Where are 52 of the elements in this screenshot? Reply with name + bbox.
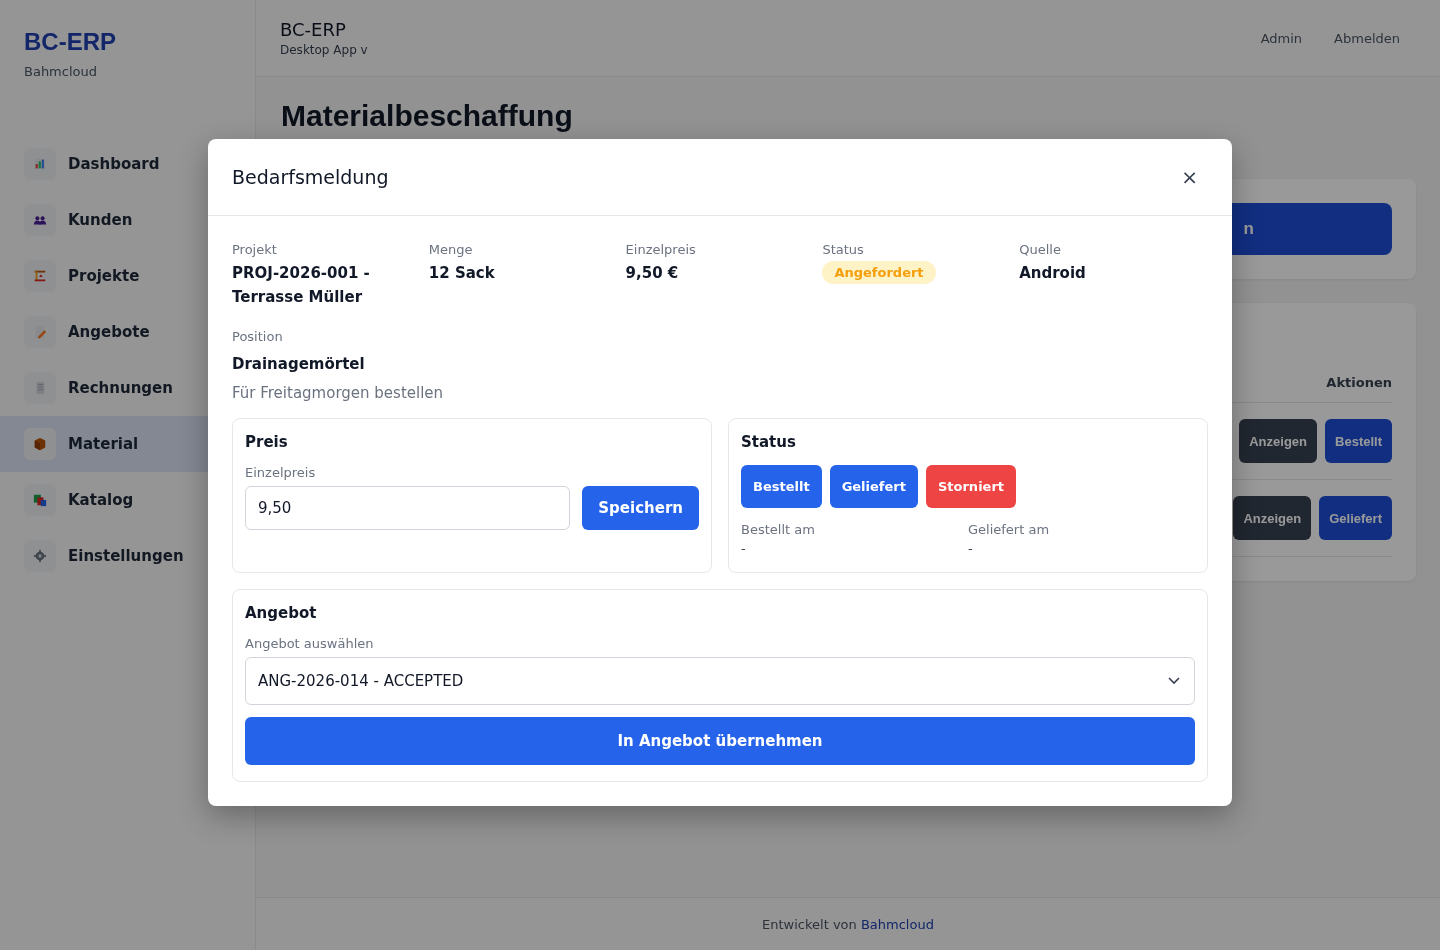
field-value: PROJ-2026-001 - Terrasse Müller [232,263,371,308]
field-label: Status [822,242,865,257]
books-icon [33,493,47,507]
status-button[interactable]: Geliefert [829,465,918,508]
page-title: Materialbeschaffung [281,99,574,133]
header-link[interactable]: Abmelden [1334,30,1400,46]
company-name: Bahmcloud [24,64,98,79]
save-button[interactable]: Speichern [582,486,699,530]
field-label: Geliefert am [968,522,1051,537]
footer-text: Entwickelt von Bahmcloud [762,916,934,932]
field-value: - [741,541,747,556]
field-label: Bestellt am [741,522,816,537]
header-link[interactable]: Admin [1260,30,1303,46]
people-icon [33,213,47,227]
price-input[interactable]: 9,50 [245,486,571,530]
nav-item[interactable]: Einstellungen [0,528,255,584]
apply-button[interactable]: In Angebot übernehmen [245,717,1195,765]
note-text: Für Freitagmorgen bestellen [232,384,445,402]
status-button[interactable]: Storniert [925,465,1017,508]
construction-icon [33,269,47,283]
header-title: BC-ERP [280,19,347,40]
action-button[interactable]: Bestellt [1325,419,1392,463]
field-label: Menge [428,242,474,257]
panel-title: Status [741,433,797,451]
footer-link[interactable]: Bahmcloud [860,916,934,932]
field-value: 9,50 € [625,263,679,284]
field-value: - [968,541,974,556]
close-button[interactable]: × [1177,165,1202,189]
panel-title: Angebot [245,604,318,622]
document-pencil-icon [33,325,47,339]
field-label: Quelle [1019,242,1062,257]
offer-select[interactable]: ANG-2026-014 - ACCEPTED [245,657,1195,705]
field-value: Drainagemörtel [232,354,366,375]
bar-chart-icon [33,157,47,171]
action-button[interactable]: Geliefert [1319,496,1392,540]
package-icon [33,437,47,451]
field-label: Einzelpreis [625,242,697,257]
field-label: Position [232,329,284,344]
action-button[interactable]: Anzeigen [1233,496,1312,540]
action-button[interactable]: Anzeigen [1239,419,1318,463]
chevron-down-icon [1168,677,1180,685]
field-label: Projekt [232,242,278,257]
modal-title: Bedarfsmeldung [232,166,389,188]
settings-icon [33,549,47,563]
version-dropdown[interactable]: Desktop App v [280,43,368,57]
column-header: Aktionen [1326,375,1392,390]
field-value: 12 Sack [428,263,495,284]
app-logo: BC-ERP [24,28,117,56]
status-button[interactable]: Bestellt [741,465,822,508]
status-badge: Angefordert [822,261,936,284]
field-label: Angebot auswählen [245,636,375,651]
field-value: Android [1019,263,1086,284]
